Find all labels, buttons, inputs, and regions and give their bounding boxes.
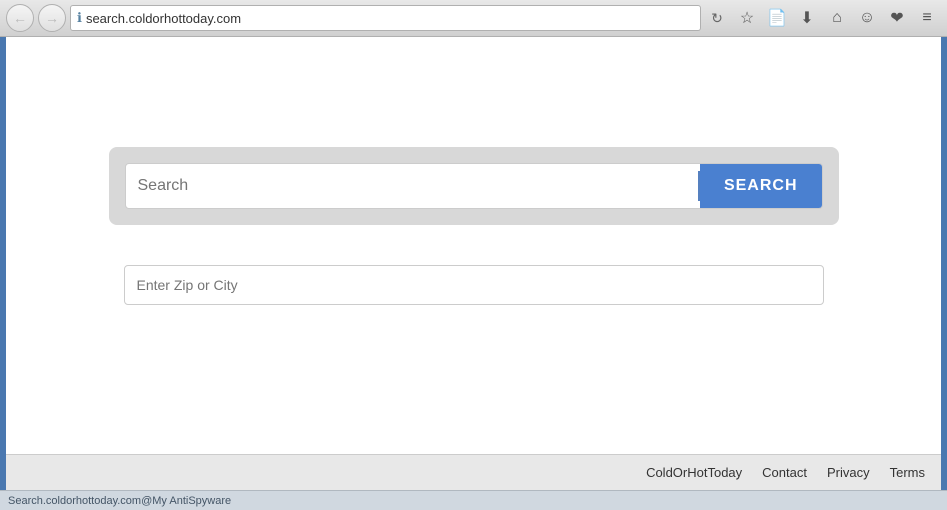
- footer-privacy-link[interactable]: Privacy: [827, 465, 870, 480]
- face-button[interactable]: ☺: [853, 4, 881, 32]
- zip-input-container: [124, 265, 824, 305]
- download-button[interactable]: ⬇: [793, 4, 821, 32]
- browser-chrome: ← → ℹ search.coldorhottoday.com ↻ ☆ 📄 ⬇: [0, 0, 947, 37]
- search-input[interactable]: [126, 177, 698, 195]
- forward-button[interactable]: →: [38, 4, 66, 32]
- url-text: search.coldorhottoday.com: [86, 11, 694, 26]
- zip-city-input[interactable]: [124, 265, 824, 305]
- main-content: SEARCH ColdOrHotToday Contact Privacy Te…: [0, 37, 947, 490]
- refresh-button[interactable]: ↻: [705, 6, 729, 30]
- address-bar[interactable]: ℹ search.coldorhottoday.com: [70, 5, 701, 31]
- browser-toolbar: ← → ℹ search.coldorhottoday.com ↻ ☆ 📄 ⬇: [0, 0, 947, 36]
- forward-icon: →: [45, 10, 59, 26]
- menu-button[interactable]: ≡: [913, 4, 941, 32]
- search-box: SEARCH: [125, 163, 823, 209]
- bookmark-icon: ☆: [740, 8, 754, 28]
- home-button[interactable]: ⌂: [823, 4, 851, 32]
- search-button[interactable]: SEARCH: [700, 164, 822, 208]
- menu-icon: ≡: [922, 9, 931, 27]
- footer: ColdOrHotToday Contact Privacy Terms: [6, 454, 941, 490]
- history-button[interactable]: 📄: [763, 4, 791, 32]
- download-icon: ⬇: [800, 8, 813, 28]
- refresh-icon: ↻: [711, 10, 723, 27]
- footer-brand-link[interactable]: ColdOrHotToday: [646, 465, 742, 480]
- status-text: Search.coldorhottoday.com@My AntiSpyware: [8, 495, 231, 507]
- info-icon: ℹ: [77, 10, 82, 26]
- browser-icons: ☆ 📄 ⬇ ⌂ ☺ ❤ ≡: [733, 4, 941, 32]
- bookmark-button[interactable]: ☆: [733, 4, 761, 32]
- back-button[interactable]: ←: [6, 4, 34, 32]
- history-icon: 📄: [767, 8, 787, 28]
- footer-terms-link[interactable]: Terms: [890, 465, 925, 480]
- status-bar: Search.coldorhottoday.com@My AntiSpyware: [0, 490, 947, 510]
- pocket-icon: ❤: [890, 8, 903, 28]
- pocket-button[interactable]: ❤: [883, 4, 911, 32]
- home-icon: ⌂: [832, 9, 842, 27]
- search-container: SEARCH: [109, 147, 839, 225]
- footer-contact-link[interactable]: Contact: [762, 465, 807, 480]
- face-icon: ☺: [859, 9, 875, 27]
- page-content: SEARCH: [6, 37, 941, 454]
- back-icon: ←: [13, 10, 27, 26]
